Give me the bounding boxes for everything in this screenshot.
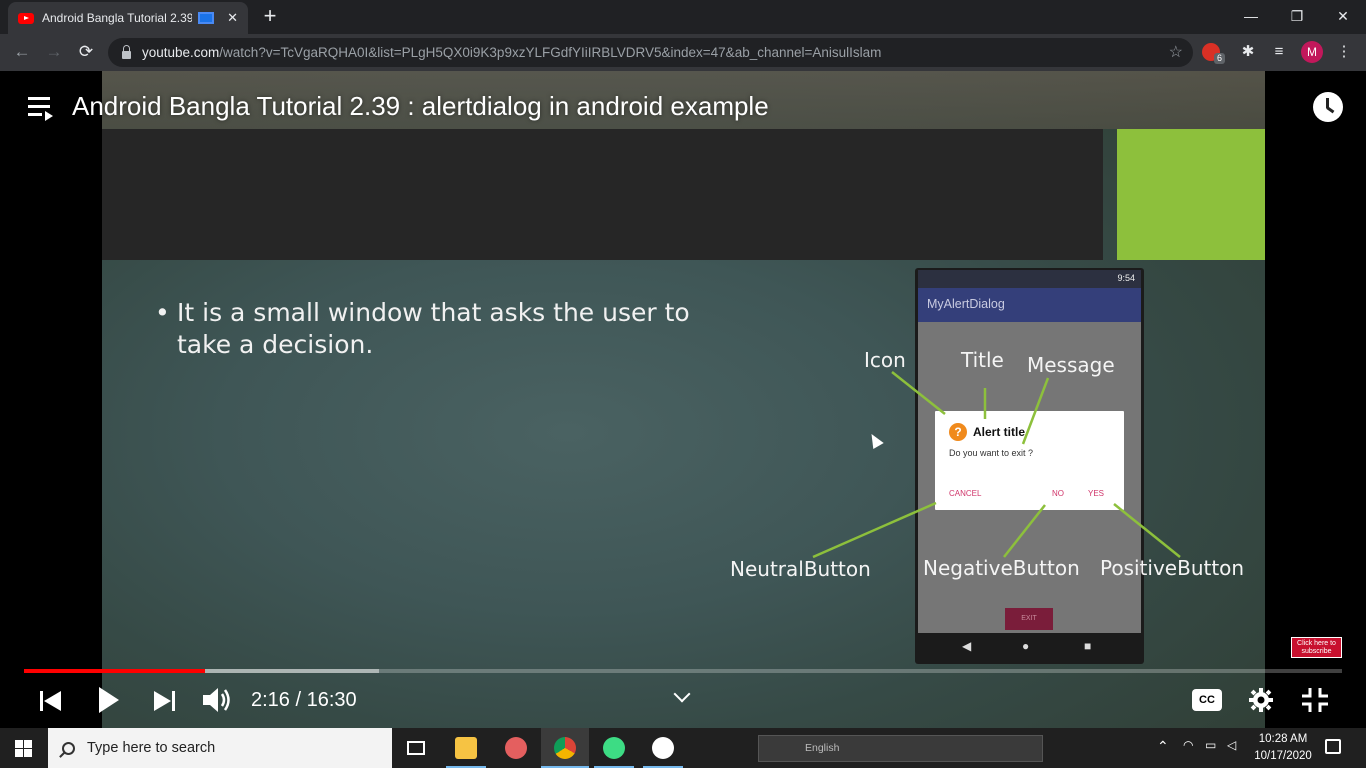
time-display: 2:16 / 16:30	[251, 689, 357, 711]
callout-icon-label: Icon	[864, 348, 906, 372]
reload-button[interactable]: ⟳	[74, 40, 98, 64]
lock-icon[interactable]	[122, 44, 131, 59]
video-title[interactable]: Android Bangla Tutorial 2.39 : alertdial…	[72, 91, 769, 122]
folder-icon	[455, 737, 477, 759]
media-control-icon[interactable]: ≡	[1267, 40, 1291, 64]
notifications-icon[interactable]	[1325, 739, 1341, 754]
extensions-puzzle-icon[interactable]: ✱	[1236, 40, 1260, 64]
maximize-button[interactable]: ❐	[1274, 0, 1320, 32]
bookmark-star-icon[interactable]: ☆	[1169, 42, 1183, 62]
tab-title: Android Bangla Tutorial 2.39	[42, 11, 192, 25]
callout-arrows	[812, 371, 1181, 559]
next-video-icon[interactable]	[154, 691, 176, 711]
clock-time: 10:28 AM	[1258, 733, 1308, 745]
tab-close-icon[interactable]: ✕	[227, 10, 238, 26]
taskbar-chrome[interactable]	[541, 728, 589, 768]
taskbar-file-explorer[interactable]	[442, 728, 490, 768]
android-studio-icon	[603, 737, 625, 759]
volume-icon[interactable]	[203, 686, 233, 714]
taskbar-android-studio[interactable]	[590, 728, 638, 768]
callout-negative-label: NegativeButton	[923, 556, 1080, 580]
exit-fullscreen-icon[interactable]	[1302, 688, 1328, 712]
close-window-button[interactable]: ✕	[1320, 0, 1366, 32]
callout-title-label: Title	[961, 348, 1004, 372]
watch-later-clock-icon[interactable]	[1313, 92, 1343, 122]
taskbar-search-box[interactable]: Type here to search	[48, 728, 392, 768]
windows-start-icon[interactable]	[15, 740, 33, 758]
play-icon[interactable]	[97, 687, 121, 713]
clock-date: 10/17/2020	[1254, 750, 1312, 762]
browser-menu-icon[interactable]: ⋮	[1332, 40, 1356, 64]
browser-tab[interactable]: Android Bangla Tutorial 2.39 ✕	[8, 2, 248, 34]
url-text[interactable]: youtube.com/watch?v=TcVgaRQHA0I&list=PLg…	[142, 45, 881, 60]
settings-gear-icon[interactable]	[1249, 688, 1273, 712]
search-placeholder: Type here to search	[87, 740, 216, 756]
youtube-favicon-icon	[18, 12, 34, 24]
task-view-icon	[407, 741, 425, 755]
taskbar-snipping-tool[interactable]	[492, 728, 540, 768]
language-label: English	[805, 742, 840, 754]
playlist-icon[interactable]	[28, 97, 54, 121]
taskbar-clock[interactable]: 10:28 AM 10/17/2020	[1248, 731, 1318, 765]
previous-video-icon[interactable]	[40, 691, 62, 711]
forward-button[interactable]: →	[42, 40, 66, 64]
callout-positive-label: PositiveButton	[1100, 556, 1245, 580]
app-icon	[652, 737, 674, 759]
address-bar[interactable]: youtube.com/watch?v=TcVgaRQHA0I&list=PLg…	[108, 38, 1193, 67]
subtitles-cc-button[interactable]: CC	[1192, 689, 1222, 711]
battery-icon[interactable]: ▭	[1205, 738, 1216, 752]
windows-taskbar: Type here to search English ⌃ ◠ ▭ ◁ 10:2…	[0, 728, 1366, 768]
back-button[interactable]: ←	[10, 40, 34, 64]
taskbar-app[interactable]	[639, 728, 687, 768]
progress-played	[24, 669, 205, 673]
callout-neutral-label: NeutralButton	[730, 557, 871, 581]
presentation-slide: It is a small window that asks the user …	[102, 71, 1265, 728]
tray-expand-icon[interactable]: ⌃	[1157, 738, 1169, 755]
chrome-icon	[554, 737, 576, 759]
subscribe-button[interactable]: Click here to subscribe	[1291, 637, 1342, 658]
progress-bar[interactable]	[24, 669, 1342, 673]
new-tab-button[interactable]: +	[258, 5, 282, 29]
search-icon	[62, 741, 75, 755]
profile-avatar[interactable]: M	[1301, 41, 1323, 63]
extension-badge-count: 6	[1214, 53, 1226, 64]
video-player[interactable]: It is a small window that asks the user …	[0, 71, 1366, 728]
network-icon[interactable]: ◠	[1183, 738, 1193, 752]
task-view-button[interactable]	[392, 728, 440, 768]
callout-message-label: Message	[1027, 353, 1115, 377]
media-playing-icon	[198, 12, 214, 24]
minimize-button[interactable]: —	[1228, 0, 1274, 32]
tab-strip: Android Bangla Tutorial 2.39 ✕ + — ❐ ✕	[0, 0, 1366, 34]
snipping-tool-icon	[505, 737, 527, 759]
browser-toolbar: ← → ⟳ youtube.com/watch?v=TcVgaRQHA0I&li…	[0, 34, 1366, 71]
language-bar[interactable]: English	[758, 735, 1043, 762]
speaker-icon[interactable]: ◁	[1227, 738, 1236, 752]
